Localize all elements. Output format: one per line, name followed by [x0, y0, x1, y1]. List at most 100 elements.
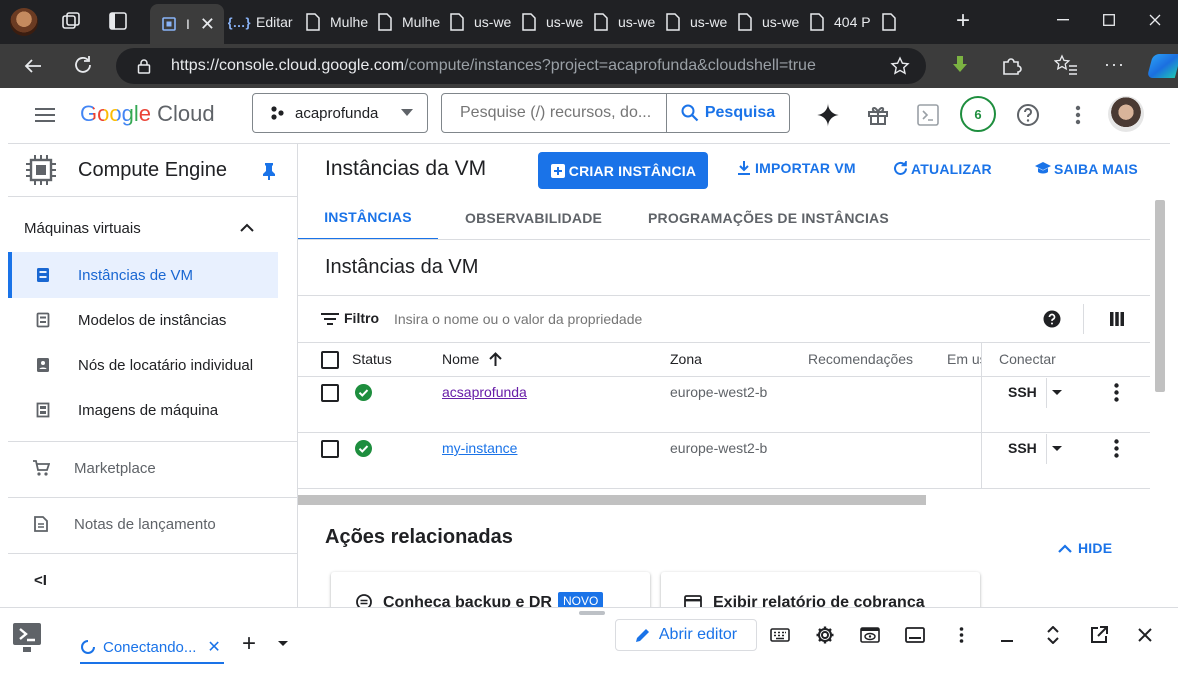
browser-tab[interactable]: {…} Editar — [228, 4, 298, 40]
minimize-icon[interactable] — [992, 620, 1022, 650]
close-tab-icon[interactable]: ✕ — [207, 637, 220, 657]
machine-image-icon — [8, 402, 78, 418]
minimize-panel-icon[interactable] — [900, 620, 930, 650]
copilot-icon[interactable] — [1146, 54, 1178, 78]
import-vm-button[interactable]: IMPORTAR VM — [737, 160, 856, 176]
favorite-star-icon[interactable] — [890, 56, 910, 76]
sidebar-item-release-notes[interactable]: Notas de lançamento — [8, 502, 278, 546]
web-preview-icon[interactable] — [855, 620, 885, 650]
new-tab-button[interactable]: + — [956, 9, 970, 33]
search-input[interactable] — [442, 94, 664, 132]
column-connect[interactable]: Conectar — [999, 351, 1056, 367]
browser-tab[interactable] — [878, 4, 946, 40]
tab-actions-icon[interactable] — [108, 11, 128, 31]
instance-name-link[interactable]: acsaprofunda — [442, 384, 527, 400]
ssh-button[interactable]: SSH — [1008, 440, 1037, 456]
settings-gear-icon[interactable] — [810, 620, 840, 650]
gemini-icon[interactable] — [812, 99, 844, 131]
filter-input[interactable] — [386, 307, 726, 331]
tab-observability[interactable]: OBSERVABILIDADE — [465, 196, 602, 240]
add-terminal-button[interactable]: + — [242, 630, 256, 658]
related-card-billing[interactable]: Exibir relatório de cobrança — [661, 572, 980, 607]
column-recommendations[interactable]: Recomendações — [808, 351, 913, 367]
collapse-nav-button[interactable]: <I — [34, 572, 47, 589]
column-display-icon[interactable] — [1110, 312, 1124, 326]
terminal-menu-icon[interactable] — [278, 641, 288, 647]
browser-tab[interactable]: Mulhe — [374, 4, 442, 40]
address-bar[interactable]: https://console.cloud.google.com/compute… — [116, 48, 926, 84]
search-box[interactable]: Pesquisa — [441, 93, 790, 133]
column-name[interactable]: Nome — [442, 351, 503, 367]
extensions-icon[interactable] — [1000, 54, 1022, 76]
hide-button[interactable]: HIDE — [1058, 540, 1112, 556]
close-icon[interactable] — [1130, 620, 1160, 650]
instance-name-link[interactable]: my-instance — [442, 440, 517, 456]
sidebar-item-instance-templates[interactable]: Modelos de instâncias — [8, 298, 278, 342]
column-in-use[interactable]: Em us — [947, 351, 981, 367]
more-vert-icon[interactable] — [1114, 383, 1119, 402]
lock-icon[interactable] — [136, 58, 152, 74]
column-status[interactable]: Status — [352, 351, 392, 367]
row-checkbox[interactable] — [321, 440, 339, 458]
column-zone[interactable]: Zona — [670, 351, 702, 367]
gift-icon[interactable] — [862, 99, 894, 131]
sidebar-item-machine-images[interactable]: Imagens de máquina — [8, 388, 278, 432]
browser-tab[interactable]: us-we — [518, 4, 586, 40]
reload-icon[interactable] — [72, 54, 94, 76]
row-checkbox[interactable] — [321, 384, 339, 402]
browser-tab[interactable]: us-we — [662, 4, 730, 40]
help-icon[interactable] — [1012, 99, 1044, 131]
pin-icon[interactable] — [262, 162, 276, 180]
ssh-menu-icon[interactable] — [1052, 446, 1062, 452]
back-icon[interactable] — [22, 55, 44, 77]
main-vertical-scrollbar[interactable] — [1155, 200, 1165, 392]
more-vert-icon[interactable] — [1062, 99, 1094, 131]
create-instance-button[interactable]: CRIAR INSTÂNCIA — [538, 152, 708, 189]
close-tab-icon[interactable]: ✕ — [200, 14, 215, 35]
resize-handle[interactable] — [579, 611, 605, 615]
refresh-button[interactable]: ATUALIZAR — [892, 160, 992, 177]
ssh-button[interactable]: SSH — [1008, 384, 1037, 400]
more-vert-icon[interactable] — [946, 620, 976, 650]
minimize-button[interactable] — [1040, 0, 1086, 40]
terminal-tab[interactable]: Conectando... ✕ — [80, 632, 224, 664]
browser-tab[interactable]: us-we — [734, 4, 802, 40]
ssh-menu-icon[interactable] — [1052, 390, 1062, 396]
browser-tab[interactable]: 404 P — [806, 4, 874, 40]
sidebar-item-sole-tenant-nodes[interactable]: Nós de locatário individual — [8, 343, 278, 387]
favorites-icon[interactable] — [1054, 54, 1078, 76]
expand-icon[interactable] — [1038, 620, 1068, 650]
browser-tab[interactable]: us-we — [590, 4, 658, 40]
tab-instance-schedules[interactable]: PROGRAMAÇÕES DE INSTÂNCIAS — [648, 196, 889, 240]
browser-tab[interactable]: Mulhe — [302, 4, 370, 40]
filter-bar[interactable]: Filtro — [298, 296, 1150, 342]
more-vert-icon[interactable] — [1114, 439, 1119, 458]
open-new-window-icon[interactable] — [1084, 620, 1114, 650]
account-avatar[interactable] — [1108, 96, 1144, 132]
notifications-badge[interactable]: 6 — [960, 96, 996, 132]
learn-more-button[interactable]: SAIBA MAIS — [1034, 161, 1138, 177]
close-window-button[interactable] — [1132, 0, 1178, 40]
help-icon[interactable] — [1043, 310, 1061, 328]
table-horizontal-scrollbar[interactable] — [298, 495, 926, 505]
browser-tab-active[interactable]: I ✕ — [150, 4, 224, 44]
settings-more-icon[interactable]: ··· — [1104, 54, 1125, 75]
tab-instances[interactable]: INSTÂNCIAS — [298, 196, 438, 240]
keyboard-icon[interactable] — [765, 620, 795, 650]
section-vm[interactable]: Máquinas virtuais — [8, 206, 278, 250]
google-cloud-logo[interactable]: Google Cloud — [80, 101, 215, 127]
cloud-shell-icon[interactable] — [912, 99, 944, 131]
browser-tab[interactable]: us-we — [446, 4, 514, 40]
select-all-checkbox[interactable] — [321, 351, 339, 369]
sidebar-item-vm-instances[interactable]: Instâncias de VM — [8, 252, 278, 298]
profile-avatar[interactable] — [10, 8, 38, 36]
sidebar-item-marketplace[interactable]: Marketplace — [8, 446, 278, 490]
maximize-button[interactable] — [1086, 0, 1132, 40]
menu-icon[interactable] — [32, 102, 58, 128]
open-editor-button[interactable]: Abrir editor — [615, 619, 757, 651]
project-picker[interactable]: acaprofunda — [252, 93, 428, 133]
search-button[interactable]: Pesquisa — [666, 94, 789, 132]
workspaces-icon[interactable] — [60, 10, 82, 32]
download-icon[interactable] — [948, 53, 972, 77]
related-card-backup[interactable]: Conheça backup e DR NOVO — [331, 572, 650, 607]
